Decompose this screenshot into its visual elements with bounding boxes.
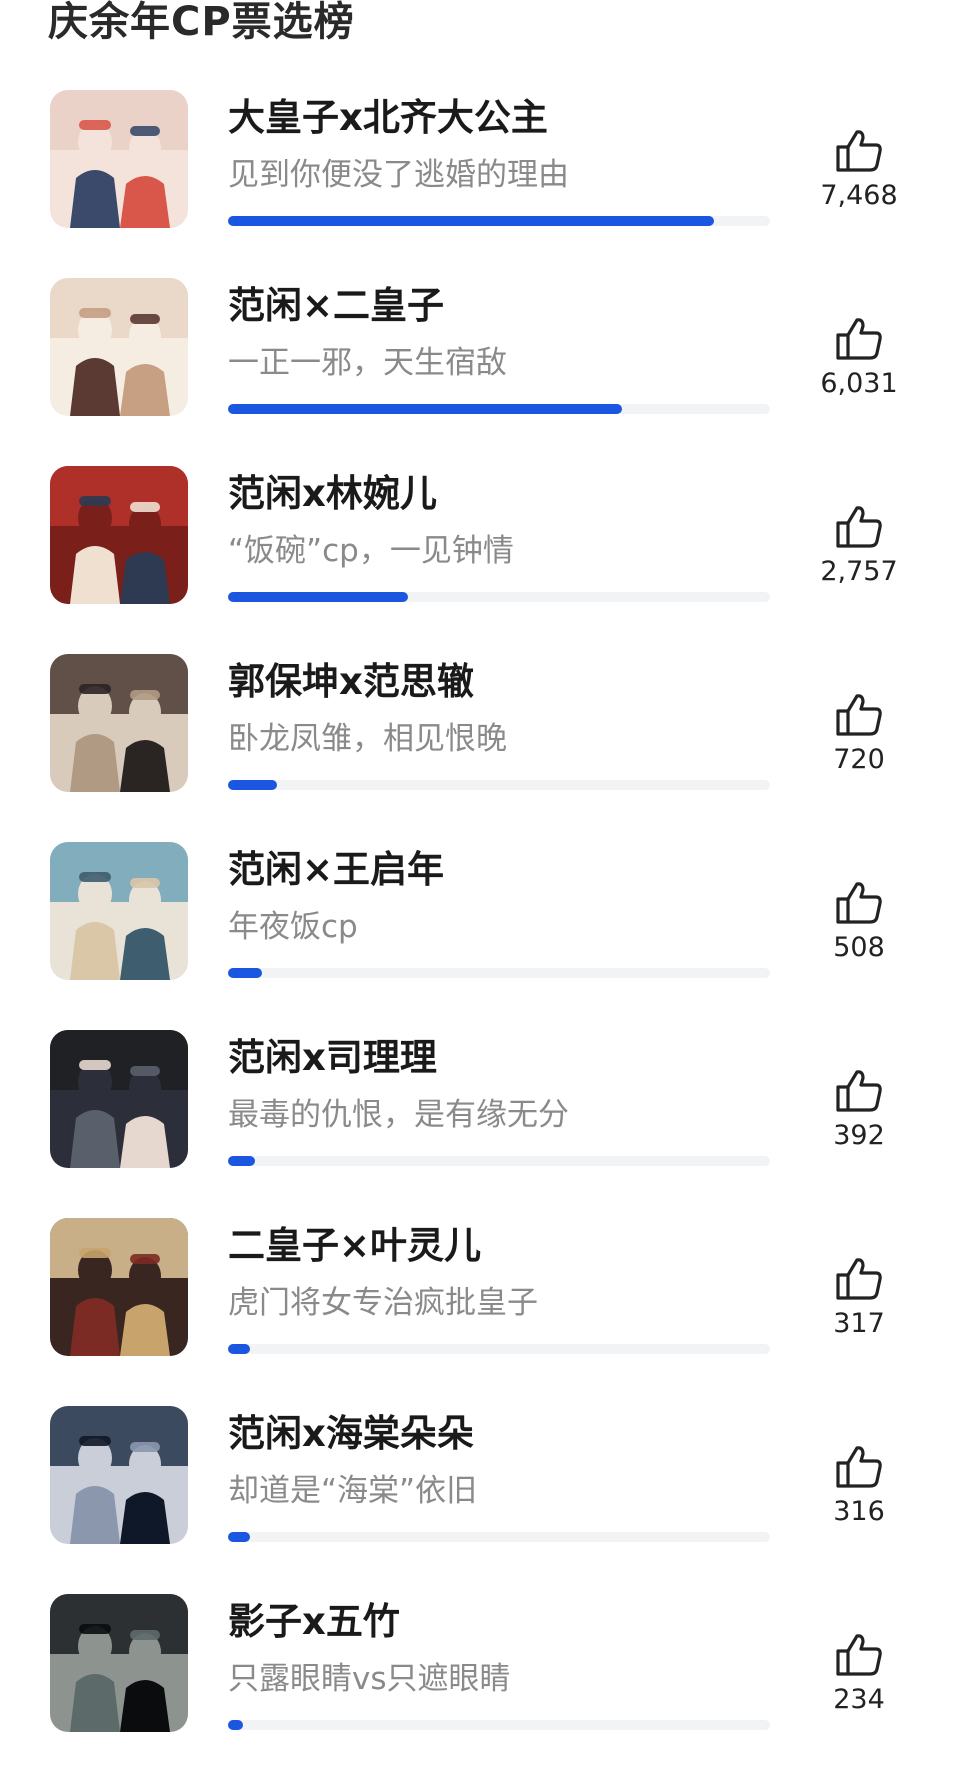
cp-photo <box>50 654 188 792</box>
vote-progress-fill <box>228 592 408 602</box>
list-item[interactable]: 范闲×王启年 年夜饭cp 508 <box>0 840 970 1028</box>
cp-name: 大皇子x北齐大公主 <box>228 96 548 139</box>
cp-photo <box>50 1406 188 1544</box>
list-item[interactable]: 二皇子×叶灵儿 虎门将女专治疯批皇子 317 <box>0 1216 970 1404</box>
vote-progress-fill <box>228 1156 255 1166</box>
cp-thumbnail[interactable] <box>50 90 188 228</box>
thumbs-up-icon[interactable] <box>834 1632 884 1678</box>
cp-photo <box>50 1218 188 1356</box>
vote-progress-fill <box>228 968 262 978</box>
cp-slogan: 见到你便没了逃婚的理由 <box>228 157 569 193</box>
cp-slogan: 只露眼睛vs只遮眼睛 <box>228 1661 511 1697</box>
cp-thumbnail[interactable] <box>50 1406 188 1544</box>
cp-slogan: 年夜饭cp <box>228 909 358 945</box>
vote-progress-bar <box>228 1344 770 1354</box>
cp-photo <box>50 1594 188 1732</box>
vote-progress-bar <box>228 1156 770 1166</box>
vote-progress-bar <box>228 216 770 226</box>
vote-progress-fill <box>228 216 714 226</box>
page-title: 庆余年CP票选榜 <box>48 0 355 45</box>
thumbs-up-icon[interactable] <box>834 1068 884 1114</box>
cp-slogan: 却道是“海棠”依旧 <box>228 1473 478 1509</box>
vote-count: 720 <box>833 744 885 775</box>
vote-progress-fill <box>228 1344 250 1354</box>
cp-photo <box>50 466 188 604</box>
cp-photo <box>50 278 188 416</box>
vote-progress-bar <box>228 968 770 978</box>
list-item[interactable]: 影子x五竹 只露眼睛vs只遮眼睛 234 <box>0 1592 970 1780</box>
cp-thumbnail[interactable] <box>50 1594 188 1732</box>
vote-count: 6,031 <box>820 368 898 399</box>
cp-name: 影子x五竹 <box>228 1600 400 1643</box>
thumbs-up-icon[interactable] <box>834 316 884 362</box>
vote-progress-fill <box>228 404 622 414</box>
list-item[interactable]: 范闲x司理理 最毒的仇恨，是有缘无分 392 <box>0 1028 970 1216</box>
cp-name: 范闲×王启年 <box>228 848 445 891</box>
cp-slogan: 虎门将女专治疯批皇子 <box>228 1285 538 1321</box>
cp-photo <box>50 90 188 228</box>
cp-slogan: 卧龙凤雏，相见恨晚 <box>228 721 507 757</box>
list-item[interactable]: 范闲x海棠朵朵 却道是“海棠”依旧 316 <box>0 1404 970 1592</box>
cp-slogan: 一正一邪，天生宿敌 <box>228 345 507 381</box>
vote-count: 317 <box>833 1308 885 1339</box>
cp-name: 范闲x林婉儿 <box>228 472 437 515</box>
vote-progress-fill <box>228 1720 243 1730</box>
vote-count: 2,757 <box>820 556 898 587</box>
vote-progress-bar <box>228 780 770 790</box>
cp-thumbnail[interactable] <box>50 654 188 792</box>
thumbs-up-icon[interactable] <box>834 1256 884 1302</box>
cp-name: 二皇子×叶灵儿 <box>228 1224 482 1267</box>
cp-slogan: “饭碗”cp，一见钟情 <box>228 533 514 569</box>
vote-progress-bar <box>228 592 770 602</box>
list-item[interactable]: 范闲x林婉儿 “饭碗”cp，一见钟情 2,757 <box>0 464 970 652</box>
cp-photo <box>50 1030 188 1168</box>
thumbs-up-icon[interactable] <box>834 880 884 926</box>
cp-name: 范闲x海棠朵朵 <box>228 1412 474 1455</box>
cp-thumbnail[interactable] <box>50 842 188 980</box>
cp-thumbnail[interactable] <box>50 1030 188 1168</box>
list-item[interactable]: 大皇子x北齐大公主 见到你便没了逃婚的理由 7,468 <box>0 88 970 276</box>
cp-photo <box>50 842 188 980</box>
cp-name: 范闲x司理理 <box>228 1036 437 1079</box>
thumbs-up-icon[interactable] <box>834 504 884 550</box>
thumbs-up-icon[interactable] <box>834 128 884 174</box>
thumbs-up-icon[interactable] <box>834 692 884 738</box>
cp-thumbnail[interactable] <box>50 1218 188 1356</box>
vote-progress-bar <box>228 1532 770 1542</box>
vote-progress-fill <box>228 780 277 790</box>
vote-count: 234 <box>833 1684 885 1715</box>
list-item[interactable]: 郭保坤x范思辙 卧龙凤雏，相见恨晚 720 <box>0 652 970 840</box>
vote-progress-bar <box>228 404 770 414</box>
vote-count: 508 <box>833 932 885 963</box>
thumbs-up-icon[interactable] <box>834 1444 884 1490</box>
cp-name: 郭保坤x范思辙 <box>228 660 474 703</box>
vote-progress-fill <box>228 1532 250 1542</box>
cp-slogan: 最毒的仇恨，是有缘无分 <box>228 1097 569 1133</box>
vote-count: 7,468 <box>820 180 898 211</box>
vote-progress-bar <box>228 1720 770 1730</box>
cp-thumbnail[interactable] <box>50 278 188 416</box>
vote-count: 392 <box>833 1120 885 1151</box>
cp-name: 范闲×二皇子 <box>228 284 445 327</box>
vote-count: 316 <box>833 1496 885 1527</box>
list-item[interactable]: 范闲×二皇子 一正一邪，天生宿敌 6,031 <box>0 276 970 464</box>
cp-thumbnail[interactable] <box>50 466 188 604</box>
